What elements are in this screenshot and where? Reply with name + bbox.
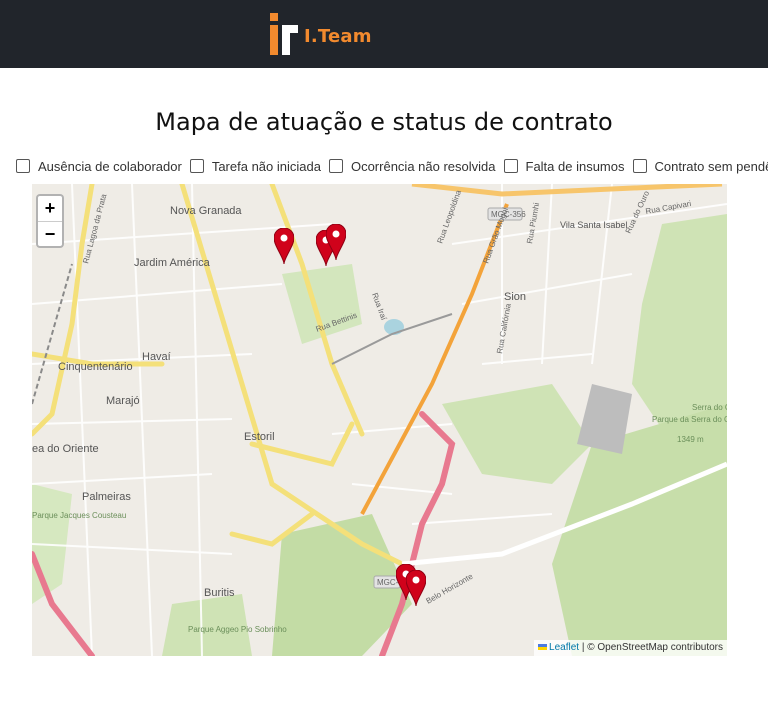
place-label: Cinquentenário bbox=[58, 361, 133, 373]
place-label: Estoril bbox=[244, 431, 275, 443]
place-label: ea do Oriente bbox=[32, 443, 99, 455]
road-label: Belo Horizonte bbox=[425, 571, 475, 605]
top-navbar: I.Team bbox=[0, 0, 768, 68]
map-marker-icon[interactable] bbox=[274, 228, 294, 266]
ukraine-flag-icon bbox=[538, 644, 548, 651]
road-label: Rua Califórnia bbox=[495, 302, 513, 354]
status-filters: Ausência de colaborador Tarefa não inici… bbox=[16, 156, 768, 176]
map-tiles[interactable]: Nova Granada Jardim América Havaí Cinque… bbox=[32, 184, 727, 656]
page-title: Mapa de atuação e status de contrato bbox=[155, 108, 613, 137]
filter-label: Ocorrência não resolvida bbox=[350, 158, 496, 174]
zoom-in-button[interactable]: + bbox=[38, 196, 62, 222]
checkbox[interactable] bbox=[503, 159, 518, 173]
filter-ausencia-colaborador[interactable]: Ausência de colaborador bbox=[16, 159, 182, 174]
place-label: Parque Jacques Cousteau bbox=[32, 511, 126, 520]
road-label: Rua Piumhi bbox=[525, 202, 541, 245]
iteam-logo[interactable]: I.Team bbox=[268, 11, 372, 57]
place-label: 1349 m bbox=[677, 435, 704, 444]
quarry-area bbox=[577, 384, 632, 454]
road-label: Rua Leopoldina bbox=[435, 188, 463, 244]
place-label: Parque da Serra do Curral bbox=[652, 415, 727, 424]
map-marker-icon[interactable] bbox=[326, 224, 346, 262]
map-container[interactable]: Nova Granada Jardim América Havaí Cinque… bbox=[32, 184, 727, 656]
filter-label: Ausência de colaborador bbox=[38, 158, 182, 174]
checkbox[interactable] bbox=[16, 159, 30, 173]
map-attribution: Leaflet | © OpenStreetMap contributors bbox=[534, 640, 727, 656]
road-label: Rua Iraí bbox=[370, 292, 388, 323]
filter-ocorrencia-nao-resolvida[interactable]: Ocorrência não resolvida bbox=[328, 158, 496, 174]
place-label: Marajó bbox=[106, 395, 140, 407]
attribution-sep: | © bbox=[579, 642, 598, 653]
place-label: Jardim América bbox=[134, 257, 211, 269]
filter-label: Tarefa não iniciada bbox=[211, 158, 321, 174]
rail bbox=[32, 263, 73, 405]
leaflet-link[interactable]: Leaflet bbox=[549, 642, 579, 653]
place-label: Serra do Curral bbox=[692, 403, 727, 412]
checkbox[interactable] bbox=[632, 159, 647, 173]
place-label: Vila Santa Isabel bbox=[560, 220, 627, 230]
checkbox[interactable] bbox=[328, 159, 343, 173]
place-label: Parque Aggeo Pio Sobrinho bbox=[188, 625, 287, 634]
green-area bbox=[442, 384, 592, 484]
zoom-control: + − bbox=[36, 194, 64, 248]
logo-text: I.Team bbox=[304, 26, 372, 47]
place-label: Sion bbox=[504, 291, 526, 303]
place-label: Havaí bbox=[142, 351, 171, 363]
filter-tarefa-nao-iniciada[interactable]: Tarefa não iniciada bbox=[189, 158, 321, 174]
checkbox[interactable] bbox=[189, 159, 204, 173]
filter-falta-insumos[interactable]: Falta de insumos bbox=[503, 158, 625, 174]
place-label: Palmeiras bbox=[82, 491, 131, 503]
filter-label: Contrato sem pendências bbox=[654, 158, 768, 174]
logo-mark-icon bbox=[270, 13, 298, 55]
place-label: Nova Granada bbox=[170, 205, 242, 217]
filter-label: Falta de insumos bbox=[525, 158, 625, 174]
osm-link[interactable]: OpenStreetMap contributors bbox=[597, 642, 723, 653]
place-label: Buritis bbox=[204, 587, 235, 599]
map-marker-icon[interactable] bbox=[406, 570, 426, 608]
zoom-out-button[interactable]: − bbox=[38, 222, 62, 247]
filter-contrato-sem-pendencias[interactable]: Contrato sem pendências bbox=[632, 158, 768, 174]
